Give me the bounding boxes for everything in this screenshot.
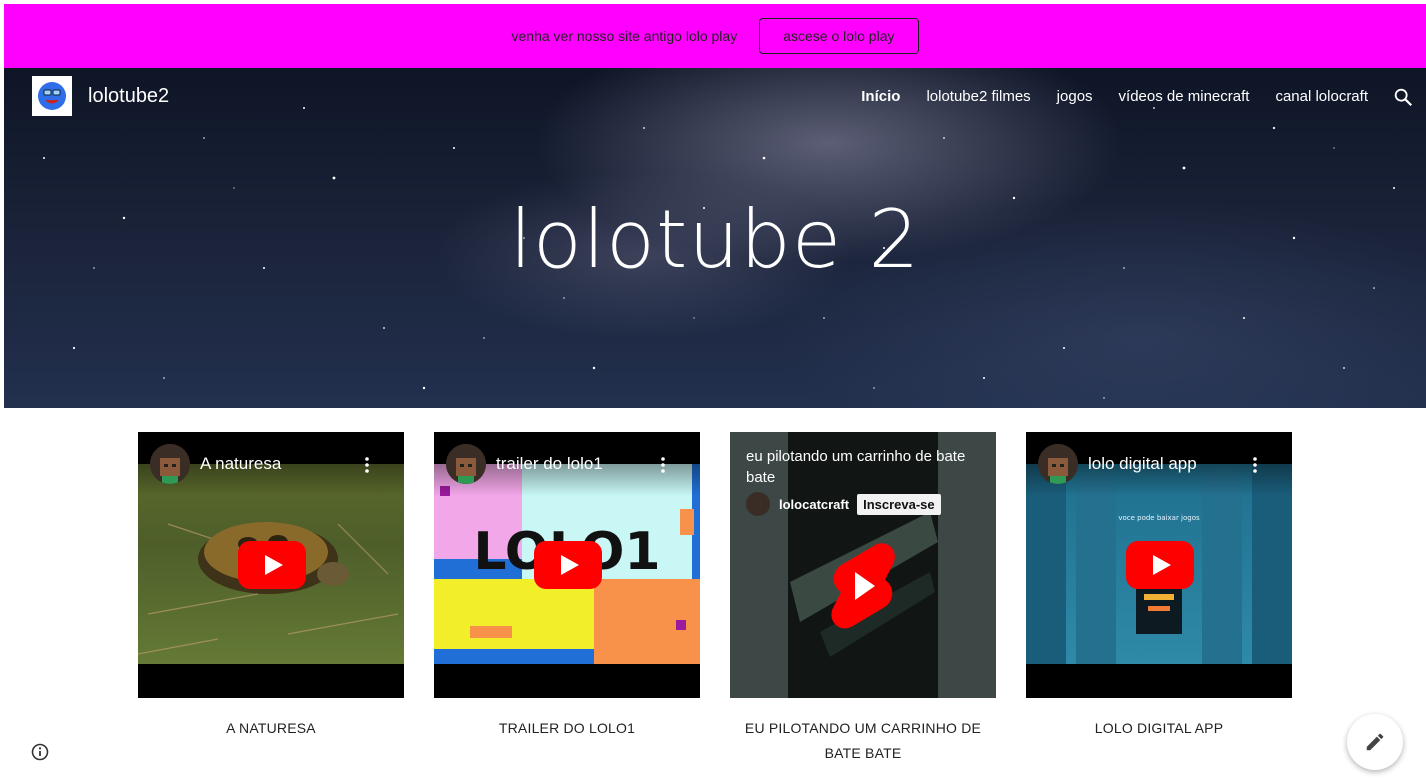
video-caption: EU PILOTANDO UM CARRINHO DE BATE BATE: [744, 720, 982, 761]
more-options-icon[interactable]: [656, 456, 670, 474]
video-card: A naturesa A NATURESA: [138, 432, 404, 766]
video-title[interactable]: lolo digital app: [1088, 454, 1197, 474]
nav-item-lolocraft[interactable]: canal lolocraft: [1275, 88, 1368, 105]
channel-avatar[interactable]: [446, 444, 486, 484]
main-nav: Início lolotube2 filmes jogos vídeos de …: [835, 88, 1368, 105]
youtube-play-icon[interactable]: [1126, 541, 1194, 589]
short-channel-row: lolocatcraft Inscreva-se: [746, 492, 941, 516]
video-card: eu pilotando um carrinho de bate bate lo…: [730, 432, 996, 766]
more-options-icon[interactable]: [360, 456, 374, 474]
channel-avatar[interactable]: [746, 492, 770, 516]
video-embed[interactable]: LOLO1 trailer do lolo1: [434, 432, 700, 698]
video-title[interactable]: trailer do lolo1: [496, 454, 603, 474]
announcement-bar: venha ver nosso site antigo lolo play as…: [4, 4, 1426, 68]
video-embed[interactable]: A naturesa: [138, 432, 404, 698]
video-embed[interactable]: voce pode baixar jogos lolo digital app: [1026, 432, 1292, 698]
edit-button[interactable]: [1347, 714, 1403, 770]
site-logo[interactable]: [32, 76, 72, 116]
youtube-play-icon[interactable]: [534, 541, 602, 589]
top-navigation: lolotube2 Início lolotube2 filmes jogos …: [4, 68, 1426, 126]
subscribe-button[interactable]: Inscreva-se: [857, 493, 941, 515]
youtube-play-icon[interactable]: [238, 541, 306, 589]
more-options-icon[interactable]: [1248, 456, 1262, 474]
info-icon[interactable]: [30, 742, 50, 762]
nav-item-filmes[interactable]: lolotube2 filmes: [926, 88, 1030, 105]
search-icon[interactable]: [1392, 86, 1414, 108]
nav-item-jogos[interactable]: jogos: [1057, 88, 1093, 105]
short-title[interactable]: eu pilotando um carrinho de bate bate: [746, 446, 980, 488]
site-name[interactable]: lolotube2: [88, 85, 169, 108]
video-card: LOLO1 trailer do lolo1 TRAILER DO LOLO1: [434, 432, 700, 766]
nav-item-inicio[interactable]: Início: [861, 88, 900, 105]
blue-monster-logo-icon: [38, 82, 66, 110]
nav-item-minecraft[interactable]: vídeos de minecraft: [1119, 88, 1250, 105]
video-caption: LOLO DIGITAL APP: [1094, 720, 1224, 736]
digital-app-thumb-text: voce pode baixar jogos: [1118, 514, 1200, 522]
video-caption: TRAILER DO LOLO1: [498, 720, 636, 736]
video-grid: A naturesa A NATURESA LOLO1: [138, 432, 1322, 766]
video-title[interactable]: A naturesa: [200, 454, 281, 474]
channel-avatar[interactable]: [150, 444, 190, 484]
old-site-button[interactable]: ascese o lolo play: [759, 18, 919, 54]
shorts-play-icon[interactable]: [827, 540, 899, 632]
announcement-text: venha ver nosso site antigo lolo play: [511, 28, 738, 44]
video-caption: A NATURESA: [226, 720, 316, 736]
channel-name[interactable]: lolocatcraft: [779, 497, 849, 512]
channel-avatar[interactable]: [1038, 444, 1078, 484]
short-embed[interactable]: eu pilotando um carrinho de bate bate lo…: [730, 432, 996, 698]
hero-title: lolotube 2: [509, 193, 921, 286]
pencil-icon: [1366, 733, 1384, 751]
video-card: voce pode baixar jogos lolo digital app …: [1026, 432, 1292, 766]
